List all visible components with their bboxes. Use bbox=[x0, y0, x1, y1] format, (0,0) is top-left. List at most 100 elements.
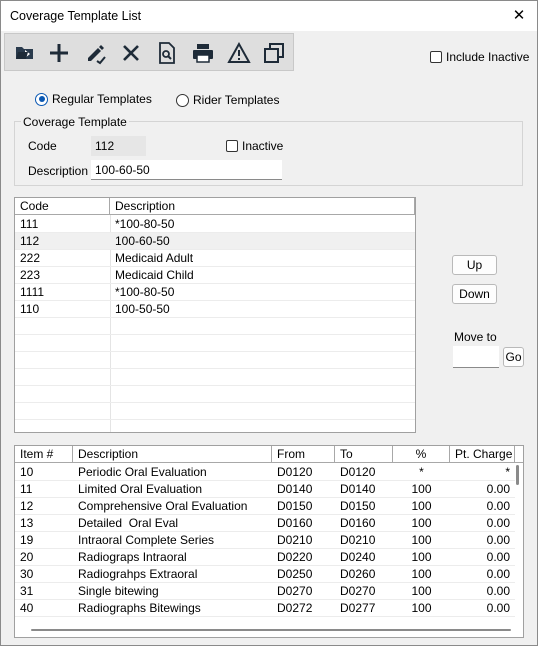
empty-row bbox=[15, 369, 415, 386]
warning-icon[interactable] bbox=[223, 37, 255, 69]
description-label: Description bbox=[28, 164, 89, 178]
cell-percent: 100 bbox=[411, 516, 432, 530]
table-row[interactable]: 20 Radiograps Intraoral D0220 D0240 100 … bbox=[15, 549, 515, 566]
description-field[interactable] bbox=[91, 160, 282, 180]
cell-percent: 100 bbox=[411, 533, 432, 547]
title-bar: Coverage Template List ✕ bbox=[1, 1, 537, 31]
rider-templates-label: Rider Templates bbox=[193, 93, 280, 107]
cell-from: D0220 bbox=[277, 550, 313, 564]
cell-from: D0150 bbox=[277, 499, 313, 513]
cell-code: 112 bbox=[20, 234, 40, 248]
window-title: Coverage Template List bbox=[10, 9, 142, 23]
include-inactive-checkbox[interactable]: Include Inactive bbox=[430, 50, 529, 64]
cell-item: 40 bbox=[20, 601, 34, 615]
coverage-items-grid[interactable]: Item # Description From To % Pt. Charge … bbox=[14, 445, 524, 638]
cell-from: D0270 bbox=[277, 584, 313, 598]
table-row[interactable]: 40 Radiographs Bitewings D0272 D0277 100… bbox=[15, 600, 515, 617]
up-button[interactable]: Up bbox=[452, 255, 497, 275]
cell-item: 11 bbox=[20, 482, 33, 496]
rider-templates-radio-dot[interactable] bbox=[176, 93, 189, 107]
table-row[interactable]: 13 Detailed Oral Eval D0160 D0160 100 0.… bbox=[15, 515, 515, 532]
edit-icon[interactable] bbox=[80, 37, 112, 69]
table-row[interactable]: 31 Single bitewing D0270 D0270 100 0.00 bbox=[15, 583, 515, 600]
coverage-template-window: Coverage Template List ✕ Include Inactiv… bbox=[0, 0, 538, 646]
cell-pt-charge: 0.00 bbox=[486, 499, 510, 513]
cell-from: D0140 bbox=[277, 482, 313, 496]
down-button[interactable]: Down bbox=[452, 284, 497, 304]
cell-description: Intraoral Complete Series bbox=[78, 533, 215, 547]
go-button[interactable]: Go bbox=[503, 347, 524, 367]
cell-percent: 100 bbox=[411, 567, 432, 581]
add-icon[interactable] bbox=[43, 37, 75, 69]
empty-row bbox=[15, 352, 415, 369]
table-row[interactable]: 110 100-50-50 bbox=[15, 301, 415, 318]
cell-item: 12 bbox=[20, 499, 34, 513]
table-row[interactable]: 223 Medicaid Child bbox=[15, 267, 415, 284]
cell-pt-charge: 0.00 bbox=[486, 482, 510, 496]
table-row[interactable]: 1111 *100-80-50 bbox=[15, 284, 415, 301]
open-folder-icon[interactable] bbox=[9, 37, 41, 69]
cell-to: D0160 bbox=[340, 516, 376, 530]
cell-description: Comprehensive Oral Evaluation bbox=[78, 499, 248, 513]
table-row[interactable]: 222 Medicaid Adult bbox=[15, 250, 415, 267]
regular-templates-radio-dot[interactable] bbox=[35, 92, 48, 106]
cell-description: Periodic Oral Evaluation bbox=[78, 465, 207, 479]
cell-from: D0272 bbox=[277, 601, 313, 615]
empty-row bbox=[15, 335, 415, 352]
column-header-from[interactable]: From bbox=[272, 446, 335, 462]
table-row[interactable]: 30 Radiograhps Extraoral D0250 D0260 100… bbox=[15, 566, 515, 583]
move-to-input[interactable] bbox=[453, 346, 499, 368]
cell-item: 30 bbox=[20, 567, 34, 581]
cell-to: D0240 bbox=[340, 550, 376, 564]
table-row[interactable]: 111 *100-80-50 bbox=[15, 216, 415, 233]
empty-row bbox=[15, 318, 415, 335]
cell-from: D0210 bbox=[277, 533, 313, 547]
horizontal-scrollbar[interactable] bbox=[31, 629, 511, 631]
table-row[interactable]: 19 Intraoral Complete Series D0210 D0210… bbox=[15, 532, 515, 549]
cell-code: 110 bbox=[20, 302, 40, 316]
table-row-selected[interactable]: 112 100-60-50 bbox=[15, 233, 415, 250]
cell-pt-charge: 0.00 bbox=[486, 601, 510, 615]
column-header-code[interactable]: Code bbox=[15, 198, 110, 214]
cell-description: Medicaid Adult bbox=[115, 251, 194, 265]
print-icon[interactable] bbox=[187, 37, 219, 69]
cell-to: D0150 bbox=[340, 499, 376, 513]
inactive-box[interactable] bbox=[226, 140, 238, 152]
cell-from: D0160 bbox=[277, 516, 313, 530]
cell-pt-charge: 0.00 bbox=[486, 516, 510, 530]
cell-item: 19 bbox=[20, 533, 34, 547]
code-label: Code bbox=[28, 139, 57, 153]
column-header-percent[interactable]: % bbox=[393, 446, 450, 462]
cell-description: Limited Oral Evaluation bbox=[78, 482, 203, 496]
regular-templates-radio[interactable]: Regular Templates bbox=[35, 92, 152, 106]
cell-percent: * bbox=[419, 465, 424, 479]
table-row[interactable]: 11 Limited Oral Evaluation D0140 D0140 1… bbox=[15, 481, 515, 498]
column-header-to[interactable]: To bbox=[335, 446, 393, 462]
cell-description: Medicaid Child bbox=[115, 268, 194, 282]
cell-description: *100-80-50 bbox=[115, 285, 175, 299]
preview-icon[interactable] bbox=[151, 37, 183, 69]
cell-to: D0277 bbox=[340, 601, 376, 615]
table-row[interactable]: 12 Comprehensive Oral Evaluation D0150 D… bbox=[15, 498, 515, 515]
close-icon[interactable]: ✕ bbox=[509, 6, 529, 26]
cell-code: 223 bbox=[20, 268, 41, 282]
coverage-template-legend: Coverage Template bbox=[21, 115, 129, 129]
cell-pt-charge: 0.00 bbox=[486, 584, 510, 598]
include-inactive-box[interactable] bbox=[430, 51, 442, 63]
vertical-scrollbar[interactable] bbox=[516, 465, 519, 485]
inactive-checkbox[interactable]: Inactive bbox=[226, 139, 283, 153]
cell-from: D0250 bbox=[277, 567, 313, 581]
cell-item: 31 bbox=[20, 584, 34, 598]
inactive-label: Inactive bbox=[242, 139, 284, 153]
rider-templates-radio[interactable]: Rider Templates bbox=[176, 93, 279, 107]
delete-icon[interactable] bbox=[115, 37, 147, 69]
templates-grid[interactable]: Code Description 111 *100-80-50 112 100-… bbox=[14, 197, 416, 433]
table-row[interactable]: 10 Periodic Oral Evaluation D0120 D0120 … bbox=[15, 464, 515, 481]
column-header-description[interactable]: Description bbox=[110, 198, 415, 214]
copy-icon[interactable] bbox=[258, 37, 290, 69]
column-header-description[interactable]: Description bbox=[73, 446, 272, 462]
code-field[interactable] bbox=[91, 136, 146, 156]
cell-item: 13 bbox=[20, 516, 34, 530]
column-header-item[interactable]: Item # bbox=[15, 446, 73, 462]
column-header-pt-charge[interactable]: Pt. Charge bbox=[450, 446, 515, 462]
